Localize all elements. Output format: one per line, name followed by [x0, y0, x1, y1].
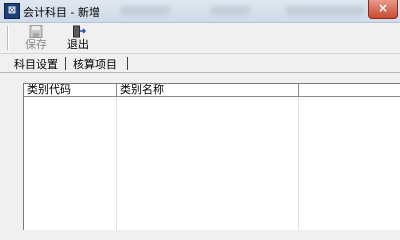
column-header-category-code[interactable]: 类别代码	[24, 84, 117, 96]
blurred-region	[210, 6, 250, 15]
exit-label: 退出	[67, 38, 89, 51]
tab-divider	[127, 57, 128, 70]
tab-accounting-items[interactable]: 核算项目	[73, 56, 117, 72]
exit-icon	[73, 25, 86, 38]
blurred-region	[285, 6, 365, 15]
toolbar: 保存 退出	[0, 23, 400, 54]
tab-strip: 科目设置 核算项目	[0, 54, 400, 72]
window-title: 会计科目 - 新增	[23, 6, 100, 19]
tab-account-settings[interactable]: 科目设置	[14, 56, 58, 72]
column-divider	[116, 97, 117, 230]
tab-divider	[65, 57, 66, 70]
close-button[interactable]: ×	[368, 0, 398, 19]
close-icon: ×	[377, 1, 389, 15]
column-header-empty[interactable]	[299, 84, 400, 96]
toolbar-separator	[7, 26, 9, 50]
title-bar: ⊠ 会计科目 - 新增 ×	[0, 0, 400, 23]
column-divider	[298, 97, 299, 230]
save-icon	[29, 25, 43, 38]
category-grid[interactable]: 类别代码 类别名称	[23, 83, 400, 230]
app-icon: ⊠	[4, 3, 20, 19]
exit-button[interactable]: 退出	[61, 24, 95, 52]
grid-header: 类别代码 类别名称	[24, 84, 400, 97]
save-button[interactable]: 保存	[19, 24, 53, 52]
column-header-category-name[interactable]: 类别名称	[117, 84, 299, 96]
blurred-region	[120, 6, 170, 15]
save-label: 保存	[25, 38, 47, 51]
